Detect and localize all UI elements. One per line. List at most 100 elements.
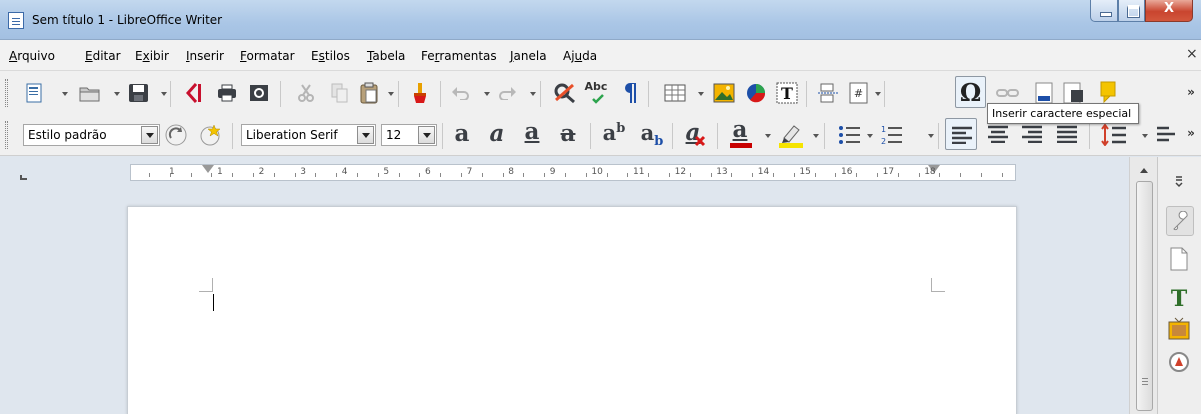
bullet-list-icon[interactable] (838, 125, 862, 145)
insert-special-character-button[interactable]: Ω (955, 76, 986, 108)
insert-hyperlink-icon[interactable] (996, 84, 1020, 102)
font-size-select[interactable]: 12 (381, 124, 437, 146)
menu-inserir[interactable]: Inserir (186, 49, 224, 63)
new-document-icon[interactable] (26, 83, 44, 103)
new-style-icon[interactable] (198, 123, 222, 147)
scroll-up-button[interactable] (1136, 163, 1152, 179)
sidebar-properties-button[interactable] (1166, 206, 1194, 236)
menu-janela[interactable]: Janela (510, 49, 547, 63)
chevron-down-icon[interactable] (161, 92, 167, 96)
chevron-down-icon[interactable] (141, 126, 158, 144)
chevron-down-icon[interactable] (484, 92, 490, 96)
chevron-down-icon[interactable] (62, 92, 68, 96)
menu-label: Arquivo (9, 49, 55, 63)
align-right-icon[interactable] (1021, 125, 1043, 143)
font-name-select[interactable]: Liberation Serif (241, 124, 376, 146)
spellcheck-icon[interactable]: Abc (582, 80, 610, 93)
insert-text-box-icon[interactable]: T (776, 82, 798, 104)
chevron-down-icon[interactable] (928, 134, 934, 138)
align-left-button[interactable] (945, 118, 977, 150)
menu-formatar[interactable]: Formatar (240, 49, 295, 63)
chevron-down-icon[interactable] (867, 134, 873, 138)
chevron-down-icon[interactable] (418, 126, 435, 144)
align-center-icon[interactable] (987, 125, 1009, 143)
toolbar-overflow-icon[interactable]: » (1184, 126, 1198, 140)
sidebar-styles-icon[interactable]: T (1167, 285, 1191, 309)
print-icon[interactable] (216, 84, 238, 102)
superscript-icon[interactable]: ab (599, 120, 629, 145)
bold-icon[interactable]: a (449, 120, 475, 147)
ruler-tick (211, 173, 213, 177)
print-preview-icon[interactable] (248, 83, 270, 103)
menu-arquivo[interactable]: Arquivo (9, 49, 55, 63)
omega-icon: Ω (959, 78, 982, 107)
font-color-icon[interactable]: a (728, 116, 752, 143)
toolbar-grip[interactable] (5, 79, 8, 107)
document-page[interactable] (127, 206, 1017, 414)
paragraph-spacing-icon[interactable] (1155, 125, 1177, 145)
numbered-list-icon[interactable]: 12 (880, 124, 904, 146)
line-spacing-icon[interactable] (1101, 124, 1127, 146)
chevron-down-icon[interactable] (1142, 134, 1148, 138)
insert-image-icon[interactable] (713, 83, 735, 103)
chevron-down-icon[interactable] (765, 134, 771, 138)
chevron-down-icon[interactable] (114, 92, 120, 96)
strikethrough-icon[interactable]: a (555, 120, 581, 147)
insert-field-icon[interactable]: # (849, 82, 869, 104)
justify-icon[interactable] (1056, 125, 1078, 143)
highlighter-icon[interactable] (778, 122, 804, 144)
maximize-button[interactable] (1118, 0, 1145, 22)
find-replace-icon[interactable] (553, 82, 577, 104)
close-window-button[interactable]: X (1145, 0, 1193, 22)
sidebar-page-icon[interactable] (1167, 247, 1191, 271)
save-icon[interactable] (128, 83, 150, 103)
ruler-number: 18 (924, 167, 936, 177)
vertical-scrollbar[interactable] (1129, 157, 1157, 414)
update-style-icon[interactable] (164, 123, 188, 147)
toolbar-grip[interactable] (5, 121, 8, 149)
chevron-down-icon[interactable] (530, 92, 536, 96)
chevron-down-icon[interactable] (875, 92, 881, 96)
insert-table-icon[interactable] (664, 84, 686, 102)
paragraph-style-select[interactable]: Estilo padrão (23, 124, 160, 146)
underline-icon[interactable]: a (519, 118, 545, 145)
toolbar-overflow-icon[interactable]: » (1184, 85, 1198, 99)
checkmark-icon (592, 94, 604, 104)
chevron-down-icon[interactable] (357, 126, 374, 144)
formatting-marks-icon[interactable] (624, 82, 638, 104)
tab-stop-selector[interactable] (20, 175, 27, 180)
insert-comment-icon[interactable] (1100, 81, 1118, 103)
chevron-down-icon[interactable] (813, 134, 819, 138)
sidebar-gallery-icon[interactable] (1167, 317, 1191, 341)
scroll-thumb[interactable] (1136, 181, 1153, 411)
menu-exibir[interactable]: Exibir (135, 49, 169, 63)
menu-editar[interactable]: Editar (85, 49, 121, 63)
subscript-icon[interactable]: ab (637, 120, 667, 149)
menu-tabela[interactable]: Tabela (367, 49, 405, 63)
minimize-button[interactable] (1090, 0, 1118, 22)
insert-endnote-icon[interactable] (1063, 82, 1085, 104)
open-folder-icon[interactable] (79, 84, 101, 102)
sidebar-menu-icon[interactable] (1167, 169, 1191, 193)
ruler-tick (253, 173, 254, 177)
chevron-down-icon[interactable] (698, 92, 704, 96)
insert-page-break-icon[interactable] (818, 83, 842, 103)
close-document-button[interactable]: × (1186, 46, 1198, 62)
chevron-down-icon[interactable] (388, 92, 394, 96)
menu-estilos[interactable]: Estilos (311, 49, 350, 63)
undo-icon[interactable] (451, 84, 471, 100)
sidebar-navigator-icon[interactable] (1167, 350, 1191, 374)
cut-icon[interactable] (297, 83, 315, 103)
copy-icon[interactable] (331, 83, 349, 103)
export-pdf-icon[interactable] (184, 82, 204, 104)
clone-formatting-icon[interactable] (411, 82, 431, 104)
menu-ajuda[interactable]: Ajuda (563, 49, 597, 63)
insert-chart-icon[interactable] (745, 83, 767, 103)
left-indent-marker[interactable] (202, 165, 214, 173)
paste-icon[interactable] (360, 82, 380, 104)
menu-ferramentas[interactable]: Ferramentas (421, 49, 497, 63)
italic-icon[interactable]: a (484, 120, 510, 147)
insert-footnote-icon[interactable] (1035, 82, 1055, 104)
redo-icon[interactable] (497, 84, 517, 100)
horizontal-ruler[interactable]: 1 1 2 3 4 5 6 7 8 9 10 11 12 13 14 15 16 17 18 (130, 164, 1016, 181)
